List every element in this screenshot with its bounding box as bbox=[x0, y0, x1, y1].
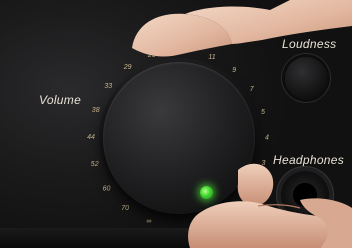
amplifier-panel-photo: Volume 25 29 33 38 44 52 60 70 ∞ 11 9 7 5 4 3 2 dB Loud… bbox=[0, 0, 352, 248]
scale-mark-right-5: 3 bbox=[262, 160, 266, 167]
scale-mark-right-2: 7 bbox=[250, 86, 255, 93]
scale-mark-left-0: 25 bbox=[147, 52, 156, 59]
indicator-led bbox=[200, 186, 213, 199]
scale-mark-right-4: 4 bbox=[265, 135, 269, 142]
scale-mark-left-2: 33 bbox=[104, 83, 112, 90]
scale-mark-left-3: 38 bbox=[92, 107, 100, 114]
scale-mark-left-5: 52 bbox=[91, 161, 99, 168]
volume-knob[interactable] bbox=[103, 62, 255, 214]
headphones-jack[interactable] bbox=[281, 171, 329, 219]
scale-mark-right-3: 5 bbox=[261, 109, 265, 116]
scale-mark-right-7: dB bbox=[231, 203, 240, 210]
scale-mark-left-4: 44 bbox=[87, 134, 95, 141]
scale-mark-right-6: 2 bbox=[250, 184, 255, 191]
scale-mark-left-8: ∞ bbox=[146, 218, 151, 225]
scale-mark-left-1: 29 bbox=[123, 64, 132, 71]
headphones-label: Headphones bbox=[273, 153, 345, 167]
scale-mark-left-7: 70 bbox=[121, 205, 129, 212]
panel-bottom-edge bbox=[0, 228, 352, 248]
scale-mark-right-1: 9 bbox=[232, 67, 236, 74]
scale-mark-right-0: 11 bbox=[208, 54, 215, 61]
loudness-label: Loudness bbox=[282, 37, 337, 51]
scale-mark-left-6: 60 bbox=[103, 185, 111, 192]
loudness-button[interactable] bbox=[285, 57, 327, 99]
